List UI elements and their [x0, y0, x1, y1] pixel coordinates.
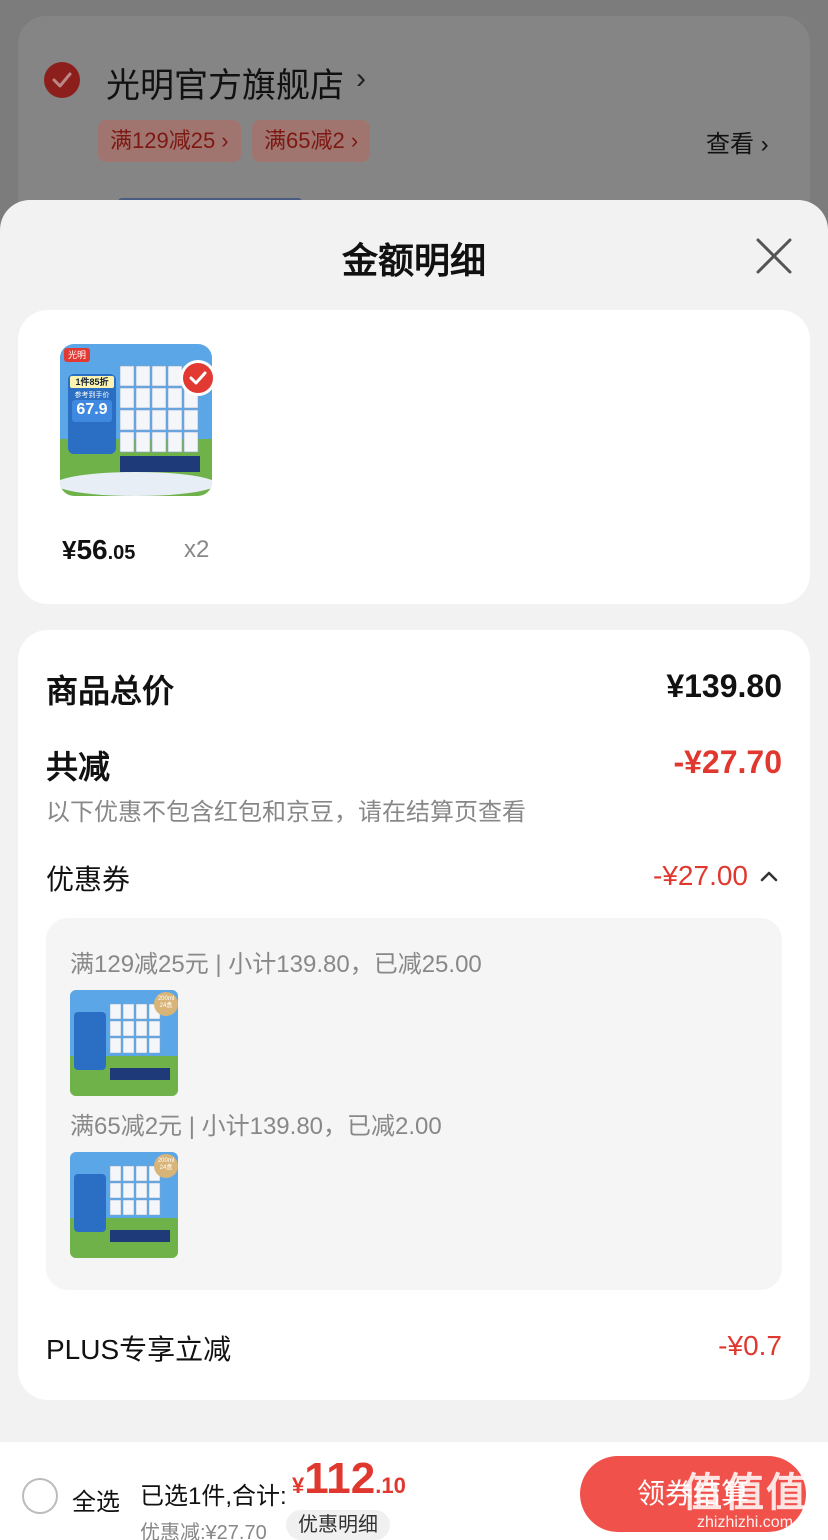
image-badge: 1件85折 [75, 377, 109, 387]
product-selected-check[interactable] [180, 360, 216, 396]
view-link[interactable]: 查看 › [706, 124, 769, 159]
total-reduced-value: -¥27.70 [673, 744, 782, 780]
site-watermark: 值值值 zhizhizhi.com [670, 1460, 820, 1532]
brand-tag: 光明 [67, 350, 86, 360]
promo-tag[interactable]: 满65减2 › [252, 120, 371, 162]
select-all-label[interactable]: 全选 [72, 1482, 120, 1517]
chevron-up-icon[interactable] [758, 866, 780, 888]
coupon-line: 满65减2元 | 小计139.80，已减2.00 [70, 1113, 442, 1140]
check-icon [189, 371, 207, 385]
total-price-value: ¥139.80 [666, 668, 782, 704]
plus-discount-label: PLUS专享立减 [46, 1334, 232, 1365]
coupon-line: 满129减25元 | 小计139.80，已减25.00 [70, 951, 482, 978]
image-subbadge: 参考到手价 [74, 392, 110, 399]
price-decimal: .05 [107, 542, 136, 564]
product-card: 光明 1件85折 参考到手价 67.9 ¥56.05 x2 [18, 310, 810, 604]
coupon-label: 优惠券 [46, 864, 131, 895]
close-button[interactable] [752, 234, 796, 278]
summary-card: 商品总价 ¥139.80 共减 -¥27.70 以下优惠不包含红包和京豆，请在结… [18, 630, 810, 1400]
total-amount: ¥112.10 [292, 1454, 406, 1504]
shop-name[interactable]: 光明官方旗舰店 [106, 58, 344, 107]
coupon-product-thumb: 200ml 24盒 [70, 1152, 178, 1258]
watermark-logo: 值值值 [682, 1471, 808, 1515]
select-all-radio[interactable] [22, 1478, 58, 1514]
quantity: x2 [184, 536, 210, 563]
total-integer: 112 [304, 1454, 376, 1503]
total-price-label: 商品总价 [46, 673, 175, 709]
discount-summary: 优惠减:¥27.70 [140, 1522, 267, 1540]
shop-checkbox[interactable] [44, 62, 80, 98]
coupon-value[interactable]: -¥27.00 [653, 860, 748, 892]
selected-count-text: 已选1件,合计: [140, 1483, 287, 1510]
coupon-product-thumb: 200ml 24盒 [70, 990, 178, 1096]
sheet-title: 金额明细 [341, 240, 486, 281]
plus-discount-value: -¥0.7 [718, 1330, 782, 1361]
volume-badge: 200ml 24盒 [157, 996, 175, 1009]
price-integer: 56 [76, 534, 108, 565]
check-icon [52, 72, 72, 88]
promo-tag[interactable]: 满129减25 › [98, 120, 241, 162]
price-currency: ¥ [62, 535, 77, 565]
total-decimal: .10 [375, 1473, 406, 1498]
chevron-right-icon: › [356, 62, 366, 95]
total-currency: ¥ [292, 1473, 305, 1498]
discount-note: 以下优惠不包含红包和京豆，请在结算页查看 [46, 799, 526, 826]
discount-detail-button[interactable]: 优惠明细 [286, 1510, 390, 1540]
unit-price: ¥56.05 [62, 534, 135, 566]
coupon-detail-box: 满129减25元 | 小计139.80，已减25.00 200ml 24盒 满6… [46, 918, 782, 1290]
image-price: 67.9 [76, 401, 108, 418]
amount-detail-sheet: 金额明细 光明 1件85折 参考到手价 67.9 ¥56.05 x2 商品总价 … [0, 200, 828, 1540]
total-reduced-label: 共减 [46, 749, 111, 785]
close-icon [756, 238, 792, 274]
volume-badge: 200ml 24盒 [157, 1158, 175, 1171]
